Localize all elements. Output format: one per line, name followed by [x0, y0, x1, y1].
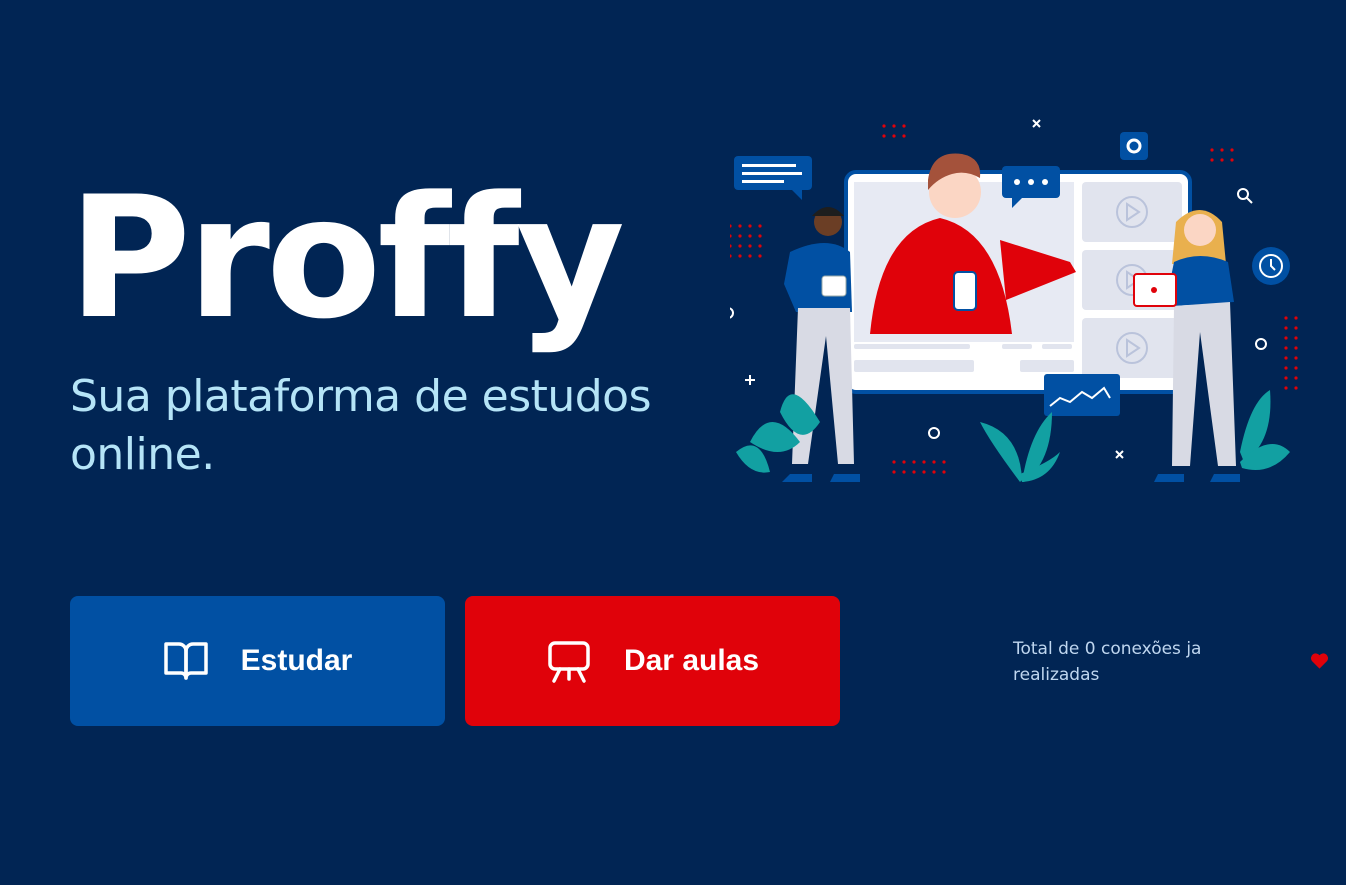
- plant-center: [980, 412, 1060, 482]
- dot-grid-top: [882, 124, 906, 138]
- svg-text:Proffy: Proffy: [68, 188, 623, 356]
- connections-counter: Total de 0 conexões ja realizadas: [1013, 639, 1202, 685]
- study-button-label: Estudar: [240, 644, 353, 677]
- dot-grid-right-top: [1210, 148, 1234, 162]
- book-open-icon: [163, 639, 209, 683]
- heart-icon: [1310, 653, 1329, 669]
- dot-grid-left: [730, 224, 762, 258]
- presentation-board-icon: [546, 639, 592, 683]
- plant-right: [1240, 390, 1290, 470]
- study-button[interactable]: Estudar: [70, 596, 445, 726]
- gear-badge: [1120, 132, 1148, 160]
- chart-card: [1044, 374, 1120, 416]
- hero-illustration: [730, 119, 1298, 482]
- clock-badge: [1252, 247, 1290, 285]
- tagline: Sua plataforma de estudos online.: [70, 371, 652, 480]
- dot-grid-right: [1284, 316, 1298, 390]
- teach-button-label: Dar aulas: [623, 644, 760, 677]
- dot-grid-bottom: [892, 460, 946, 474]
- teach-button[interactable]: Dar aulas: [465, 596, 840, 726]
- chat-bubble-left: [734, 156, 812, 200]
- search-mark: [1237, 188, 1253, 204]
- proffy-logo: Proffy: [68, 188, 627, 356]
